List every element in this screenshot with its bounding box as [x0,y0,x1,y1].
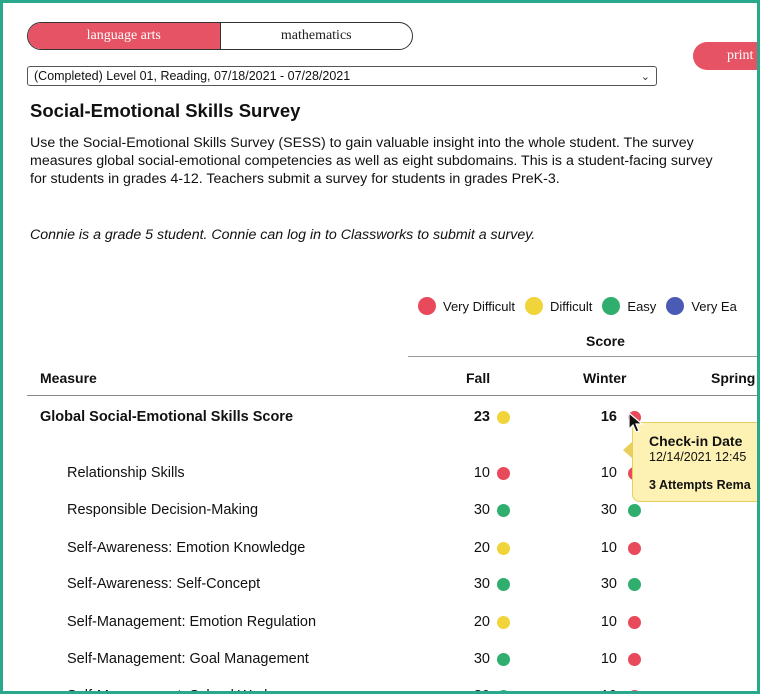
subject-toggle: language arts mathematics [27,22,413,50]
legend: Very Difficult Difficult Easy Very Ea [418,297,747,315]
fall-status-dot [497,578,510,591]
winter-score: 10 [600,651,617,667]
winter-score: 30 [600,502,617,518]
app-frame: language arts mathematics print (Complet… [0,0,760,694]
mouse-cursor-icon [628,412,644,433]
tooltip-datetime: 12/14/2021 12:45 [649,450,747,464]
winter-status-dot [628,616,641,629]
winter-status-dot [628,504,641,517]
measure-label: Self-Awareness: Emotion Knowledge [67,540,306,556]
measure-label: Self-Management: Emotion Regulation [67,614,317,630]
winter-score: 10 [600,540,617,556]
legend-dot [418,297,436,315]
assessment-select-value: (Completed) Level 01, Reading, 07/18/202… [34,69,351,83]
check-in-tooltip: Check-in Date 12/14/2021 12:45 3 Attempt… [632,422,757,502]
legend-item-very-difficult: Very Difficult [418,297,515,315]
assessment-select[interactable]: (Completed) Level 01, Reading, 07/18/202… [27,66,657,86]
global-score-label: Global Social-Emotional Skills Score [40,409,294,425]
winter-score: 10 [583,688,617,691]
fall-status-dot [497,411,510,424]
tooltip-attempts: 3 Attempts Rema [649,478,751,492]
col-winter: Winter [583,370,627,386]
fall-score: 30 [473,502,490,518]
score-group-label: Score [586,333,625,349]
legend-item-difficult: Difficult [525,297,592,315]
winter-score: 10 [600,465,617,481]
legend-dot [666,297,685,315]
winter-status-dot [628,578,641,591]
measure-label: Relationship Skills [67,465,185,481]
legend-label: Difficult [550,298,593,314]
winter-status-dot [628,653,641,666]
chevron-down-icon: ⌄ [640,70,650,83]
fall-score: 23 [473,409,490,425]
measure-label: Self-Awareness: Self-Concept [67,576,261,592]
legend-label: Very Ea [691,298,737,314]
col-measure: Measure [40,370,97,386]
winter-status-dot [628,542,641,555]
measure-label: Responsible Decision-Making [67,502,259,518]
intro-text: Use the Social-Emotional Skills Survey (… [30,135,713,187]
measure-label: Self-Management: Goal Management [67,651,309,667]
fall-status-dot [497,690,510,691]
winter-score: 30 [600,576,617,592]
legend-item-very-easy: Very Ea [666,297,737,315]
tab-language-arts[interactable]: language arts [28,23,220,49]
fall-score: 10 [473,465,490,481]
fall-score: 20 [473,540,490,556]
fall-status-dot [497,504,510,517]
fall-status-dot [497,653,510,666]
page-title: Social-Emotional Skills Survey [30,100,301,121]
measure-label: Self-Management: School Work [67,688,271,691]
student-note: Connie is a grade 5 student. Connie can … [30,227,536,243]
print-button[interactable]: print [693,42,757,70]
fall-score: 30 [473,651,490,667]
legend-dot [525,297,544,315]
fall-status-dot [497,542,510,555]
fall-score: 30 [473,576,490,592]
legend-dot [602,297,621,315]
legend-label: Very Difficult [443,298,516,314]
winter-score: 16 [600,409,617,425]
fall-score: 20 [473,614,490,630]
tab-mathematics[interactable]: mathematics [219,23,413,49]
col-spring: Spring [711,370,756,386]
fall-status-dot [497,467,510,480]
winter-status-dot [628,690,641,691]
fall-score: 30 [456,688,490,691]
winter-score: 10 [600,614,617,630]
header-divider [27,395,757,396]
legend-item-easy: Easy [602,297,656,315]
tooltip-title: Check-in Date [649,433,743,449]
score-group-header: Score [408,333,757,357]
fall-status-dot [497,616,510,629]
legend-label: Easy [627,298,657,314]
col-fall: Fall [466,370,491,386]
